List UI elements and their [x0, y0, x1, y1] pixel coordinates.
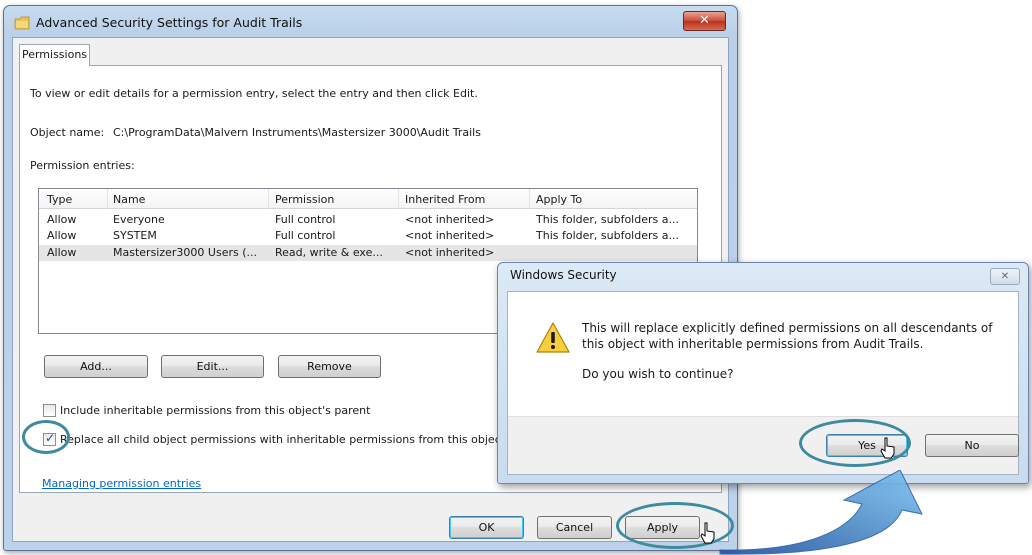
- column-header-permission[interactable]: Permission: [275, 193, 334, 206]
- table-row[interactable]: Allow SYSTEM Full control <not inherited…: [39, 228, 697, 244]
- table-row-selected[interactable]: Allow Mastersizer3000 Users (... Read, w…: [39, 245, 697, 261]
- column-header-inherited-from[interactable]: Inherited From: [405, 193, 485, 206]
- instruction-text: To view or edit details for a permission…: [30, 87, 478, 100]
- add-button[interactable]: Add...: [44, 355, 148, 378]
- cell-name: SYSTEM: [113, 229, 157, 242]
- windows-security-dialog: Windows Security ✕ This will replace exp…: [497, 262, 1029, 484]
- mouse-cursor-icon: [700, 522, 715, 544]
- cell-permission: Read, write & exe...: [275, 246, 383, 259]
- apply-button-highlight-ring: [616, 502, 734, 549]
- no-button[interactable]: No: [925, 434, 1019, 457]
- column-header-type[interactable]: Type: [47, 193, 72, 206]
- cell-type: Allow: [47, 213, 77, 226]
- replace-child-label: Replace all child object permissions wit…: [60, 433, 506, 446]
- folder-icon: [14, 16, 30, 30]
- window-title: Advanced Security Settings for Audit Tra…: [36, 15, 303, 30]
- mouse-cursor-icon: [880, 437, 895, 459]
- replace-checkbox-highlight-ring: [22, 420, 70, 454]
- window-close-button[interactable]: ✕: [683, 11, 726, 31]
- cell-inherited-from: <not inherited>: [405, 213, 495, 226]
- list-header: Type Name Permission Inherited From Appl…: [39, 189, 697, 209]
- cell-type: Allow: [47, 246, 77, 259]
- warning-icon: [536, 322, 570, 353]
- ok-button[interactable]: OK: [449, 516, 524, 539]
- table-row[interactable]: Allow Everyone Full control <not inherit…: [39, 212, 697, 228]
- include-inheritable-checkbox[interactable]: [43, 404, 56, 417]
- cell-inherited-from: <not inherited>: [405, 246, 495, 259]
- edit-button[interactable]: Edit...: [161, 355, 264, 378]
- remove-button[interactable]: Remove: [278, 355, 381, 378]
- dialog-message: This will replace explicitly defined per…: [582, 320, 993, 382]
- cell-inherited-from: <not inherited>: [405, 229, 495, 242]
- cell-type: Allow: [47, 229, 77, 242]
- cell-permission: Full control: [275, 213, 336, 226]
- object-name-label: Object name:: [30, 126, 105, 139]
- dialog-button-bar: Yes No: [508, 416, 1019, 474]
- managing-permission-entries-link[interactable]: Managing permission entries: [42, 477, 201, 490]
- dialog-close-button[interactable]: ✕: [990, 268, 1020, 285]
- dialog-message-line1: This will replace explicitly defined per…: [582, 321, 993, 335]
- include-inheritable-label: Include inheritable permissions from thi…: [60, 404, 371, 417]
- cell-apply-to: This folder, subfolders a...: [536, 229, 679, 242]
- dialog-client: This will replace explicitly defined per…: [507, 291, 1019, 475]
- cell-apply-to: This folder, subfolders a...: [536, 213, 679, 226]
- title-bar[interactable]: Advanced Security Settings for Audit Tra…: [4, 6, 737, 36]
- dialog-message-line2: this object with inheritable permissions…: [582, 337, 924, 351]
- tab-permissions[interactable]: Permissions: [19, 44, 90, 66]
- cell-permission: Full control: [275, 229, 336, 242]
- dialog-question: Do you wish to continue?: [582, 367, 734, 381]
- permission-entries-label: Permission entries:: [30, 159, 135, 172]
- object-name-value: C:\ProgramData\Malvern Instruments\Maste…: [113, 126, 481, 139]
- column-header-apply-to[interactable]: Apply To: [536, 193, 582, 206]
- column-header-name[interactable]: Name: [113, 193, 145, 206]
- cell-name: Everyone: [113, 213, 165, 226]
- cell-name: Mastersizer3000 Users (...: [113, 246, 257, 259]
- dialog-title: Windows Security: [510, 268, 617, 282]
